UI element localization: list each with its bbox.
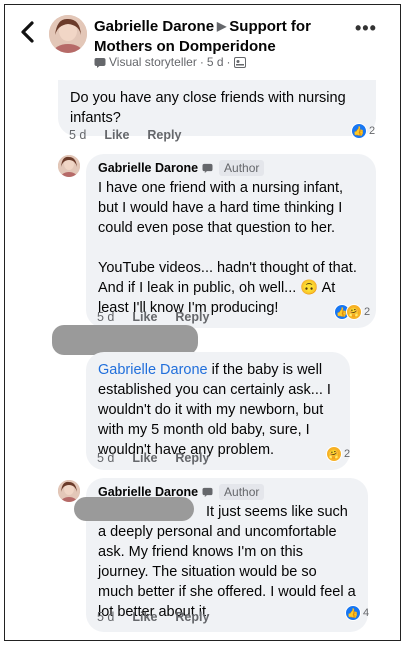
care-reaction-icon: 🤗	[346, 304, 362, 320]
author-badge-icon	[202, 487, 213, 497]
post-title[interactable]: Gabrielle Darone ▶ Support for Mothers on …	[94, 17, 339, 56]
author-name[interactable]: Gabrielle Darone	[98, 160, 198, 176]
comment-actions: 5 d Like Reply	[97, 451, 209, 465]
redacted-name	[52, 325, 198, 355]
visual-storyteller-icon	[94, 57, 106, 68]
like-button[interactable]: Like	[132, 451, 157, 465]
reply-button[interactable]: Reply	[175, 310, 209, 324]
reply-button[interactable]: Reply	[175, 451, 209, 465]
comment-time: 5 d	[97, 451, 115, 465]
comment-time: 5 d	[97, 610, 115, 624]
like-button[interactable]: Like	[132, 310, 157, 324]
reaction-number: 2	[344, 448, 351, 460]
reaction-number: 2	[369, 125, 376, 137]
reaction-count[interactable]: 👍 4	[345, 605, 369, 621]
reaction-count[interactable]: 👍 2	[351, 123, 375, 139]
dot-separator: ·	[226, 55, 231, 69]
comment-author[interactable]: Gabrielle Darone Author	[98, 160, 364, 176]
arrow-icon: ▶	[217, 19, 227, 33]
avatar[interactable]	[58, 480, 80, 502]
avatar[interactable]	[49, 15, 87, 53]
author-badge-icon	[202, 163, 213, 173]
avatar[interactable]	[58, 155, 80, 177]
comment-text: Do you have any close friends with nursi…	[70, 90, 346, 126]
comment-paragraph: I have one friend with a nursing infant,…	[98, 180, 344, 236]
comment-paragraph: YouTube videos... hadn't thought of that…	[98, 260, 357, 316]
comment-time: 5 d	[97, 310, 115, 324]
like-reaction-icon: 👍	[351, 123, 367, 139]
author-tag: Author	[219, 160, 265, 176]
comment-actions: 5 d Like Reply	[97, 610, 209, 624]
redacted-name	[74, 497, 194, 521]
reaction-count[interactable]: 🤗 2	[326, 446, 350, 462]
reply-button[interactable]: Reply	[147, 128, 181, 142]
poster-name[interactable]: Gabrielle Darone	[94, 18, 214, 35]
reply-button[interactable]: Reply	[175, 610, 209, 624]
author-tag: Author	[219, 484, 265, 500]
badge-label: Visual storyteller	[109, 55, 197, 69]
reaction-number: 4	[363, 607, 370, 619]
post-time: 5 d	[206, 55, 224, 69]
like-button[interactable]: Like	[104, 128, 129, 142]
like-button[interactable]: Like	[132, 610, 157, 624]
comment-actions: 5 d Like Reply	[69, 128, 181, 142]
more-options-icon[interactable]: •••	[355, 18, 377, 39]
comment-actions: 5 d Like Reply	[97, 310, 209, 324]
reaction-count[interactable]: 👍 🤗 2	[334, 304, 370, 320]
comment-text: Gabrielle Darone if the baby is well est…	[98, 360, 338, 460]
like-reaction-icon: 👍	[345, 605, 361, 621]
back-chevron-icon[interactable]	[18, 20, 38, 44]
care-reaction-icon: 🤗	[326, 446, 342, 462]
dot-separator: ·	[199, 55, 204, 69]
comment-time: 5 d	[69, 128, 87, 142]
mention-link[interactable]: Gabrielle Darone	[98, 362, 208, 378]
comment-bubble: Gabrielle Darone Author I have one frien…	[86, 154, 376, 328]
friends-audience-icon	[233, 56, 246, 68]
post-meta: Visual storyteller · 5 d ·	[94, 55, 246, 69]
reaction-number: 2	[364, 306, 371, 318]
